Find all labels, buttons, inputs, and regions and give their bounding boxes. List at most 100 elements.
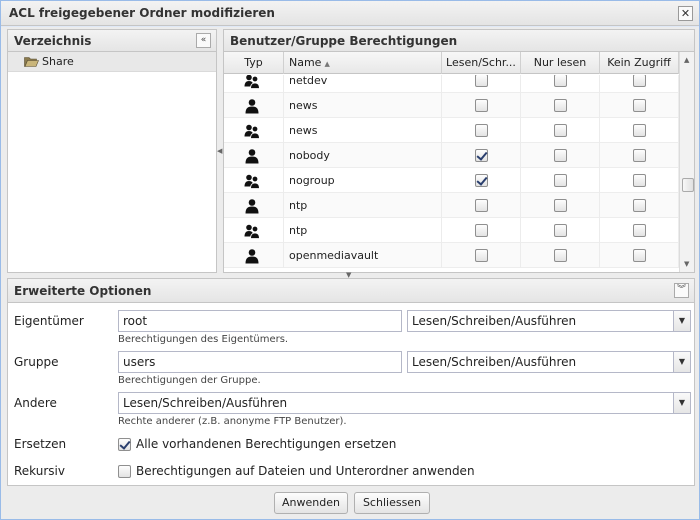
type-cell bbox=[224, 75, 284, 93]
grid-header: Typ Name ▲ Lesen/Schr... Nur lesen Kein Z… bbox=[224, 52, 679, 74]
owner-permission-select[interactable]: Lesen/Schreiben/Ausführen ▼ bbox=[407, 310, 691, 332]
no-access-cell bbox=[600, 75, 679, 93]
read-only-checkbox[interactable] bbox=[554, 75, 567, 87]
read-write-cell bbox=[442, 118, 521, 143]
name-cell: news bbox=[284, 93, 442, 118]
table-row[interactable]: news bbox=[224, 93, 679, 118]
others-permission-select[interactable]: Lesen/Schreiben/Ausführen ▼ bbox=[118, 392, 691, 414]
read-write-cell bbox=[442, 193, 521, 218]
group-permission-select[interactable]: Lesen/Schreiben/Ausführen ▼ bbox=[407, 351, 691, 373]
read-write-cell bbox=[442, 243, 521, 268]
read-write-checkbox[interactable] bbox=[475, 149, 488, 162]
close-button[interactable]: Schliessen bbox=[354, 492, 430, 514]
column-header-read-only[interactable]: Nur lesen bbox=[521, 52, 600, 74]
name-cell: ntp bbox=[284, 193, 442, 218]
scrollbar-thumb[interactable] bbox=[682, 178, 694, 192]
no-access-cell bbox=[600, 93, 679, 118]
group-input[interactable]: users bbox=[118, 351, 402, 373]
column-header-type[interactable]: Typ bbox=[224, 52, 284, 74]
others-hint: Rechte anderer (z.B. anonyme FTP Benutze… bbox=[118, 416, 347, 427]
type-cell bbox=[224, 193, 284, 218]
read-only-cell bbox=[521, 243, 600, 268]
read-only-checkbox[interactable] bbox=[554, 224, 567, 237]
table-row[interactable]: openmediavault bbox=[224, 243, 679, 268]
read-write-checkbox[interactable] bbox=[475, 124, 488, 137]
read-write-cell bbox=[442, 75, 521, 93]
collapse-left-icon[interactable]: « bbox=[196, 33, 211, 48]
advanced-options-title: Erweiterte Optionen bbox=[14, 284, 152, 298]
group-label: Gruppe bbox=[14, 355, 59, 369]
column-header-read-write[interactable]: Lesen/Schr... bbox=[442, 52, 521, 74]
owner-label: Eigentümer bbox=[14, 314, 84, 328]
no-access-checkbox[interactable] bbox=[633, 149, 646, 162]
read-only-checkbox[interactable] bbox=[554, 174, 567, 187]
no-access-checkbox[interactable] bbox=[633, 75, 646, 87]
table-row[interactable]: news bbox=[224, 118, 679, 143]
no-access-checkbox[interactable] bbox=[633, 99, 646, 112]
replace-checkbox[interactable] bbox=[118, 438, 131, 451]
read-only-checkbox[interactable] bbox=[554, 249, 567, 262]
collapse-advanced-icon[interactable]: ︾ bbox=[674, 283, 689, 298]
chevron-down-icon[interactable]: ▼ bbox=[673, 311, 690, 331]
read-write-checkbox[interactable] bbox=[475, 99, 488, 112]
folder-open-icon bbox=[24, 57, 39, 67]
recursive-label: Rekursiv bbox=[14, 464, 65, 478]
name-cell: openmediavault bbox=[284, 243, 442, 268]
table-row[interactable]: netdev bbox=[224, 75, 679, 93]
read-only-cell bbox=[521, 75, 600, 93]
recursive-checkbox-label[interactable]: Berechtigungen auf Dateien und Unterordn… bbox=[136, 464, 475, 478]
read-write-checkbox[interactable] bbox=[475, 224, 488, 237]
close-icon[interactable]: ✕ bbox=[678, 6, 693, 21]
recursive-checkbox[interactable] bbox=[118, 465, 131, 478]
name-cell: netdev bbox=[284, 75, 442, 93]
replace-label: Ersetzen bbox=[14, 437, 67, 451]
read-only-checkbox[interactable] bbox=[554, 149, 567, 162]
user-icon bbox=[244, 148, 260, 164]
tree-item-share[interactable]: Share bbox=[8, 52, 216, 72]
type-cell bbox=[224, 93, 284, 118]
table-row[interactable]: nobody bbox=[224, 143, 679, 168]
no-access-checkbox[interactable] bbox=[633, 199, 646, 212]
table-row[interactable]: ntp bbox=[224, 193, 679, 218]
no-access-checkbox[interactable] bbox=[633, 124, 646, 137]
no-access-cell bbox=[600, 168, 679, 193]
group-icon bbox=[244, 223, 260, 239]
user-icon bbox=[244, 198, 260, 214]
no-access-cell bbox=[600, 118, 679, 143]
group-icon bbox=[244, 123, 260, 139]
table-row[interactable]: ntp bbox=[224, 218, 679, 243]
read-write-checkbox[interactable] bbox=[475, 75, 488, 87]
grid-scrollbar[interactable]: ▲ ▼ bbox=[679, 52, 694, 272]
table-row[interactable]: nogroup bbox=[224, 168, 679, 193]
replace-checkbox-label[interactable]: Alle vorhandenen Berechtigungen ersetzen bbox=[136, 437, 396, 451]
column-header-no-access[interactable]: Kein Zugriff bbox=[600, 52, 679, 74]
splitter-left-arrow-icon[interactable]: ◀ bbox=[217, 147, 222, 155]
read-only-cell bbox=[521, 143, 600, 168]
type-cell bbox=[224, 143, 284, 168]
no-access-checkbox[interactable] bbox=[633, 224, 646, 237]
no-access-checkbox[interactable] bbox=[633, 249, 646, 262]
dialog-body: Verzeichnis « Share ◀ Benutzer/Gruppe Be… bbox=[1, 27, 699, 519]
type-cell bbox=[224, 118, 284, 143]
read-only-checkbox[interactable] bbox=[554, 99, 567, 112]
no-access-cell bbox=[600, 218, 679, 243]
advanced-options-panel: Erweiterte Optionen ︾ Eigentümer root Le… bbox=[7, 278, 695, 486]
chevron-down-icon[interactable]: ▼ bbox=[673, 393, 690, 413]
dialog-header: ACL freigegebener Ordner modifizieren ✕ bbox=[1, 1, 699, 26]
read-write-checkbox[interactable] bbox=[475, 174, 488, 187]
column-header-name[interactable]: Name ▲ bbox=[284, 52, 442, 74]
scroll-down-icon[interactable]: ▼ bbox=[684, 260, 689, 268]
chevron-down-icon[interactable]: ▼ bbox=[673, 352, 690, 372]
group-icon bbox=[244, 173, 260, 189]
no-access-checkbox[interactable] bbox=[633, 174, 646, 187]
owner-input[interactable]: root bbox=[118, 310, 402, 332]
name-cell: ntp bbox=[284, 218, 442, 243]
read-only-checkbox[interactable] bbox=[554, 124, 567, 137]
read-write-checkbox[interactable] bbox=[475, 249, 488, 262]
no-access-cell bbox=[600, 193, 679, 218]
acl-dialog: ACL freigegebener Ordner modifizieren ✕ … bbox=[0, 0, 700, 520]
read-only-checkbox[interactable] bbox=[554, 199, 567, 212]
scroll-up-icon[interactable]: ▲ bbox=[684, 56, 689, 64]
apply-button[interactable]: Anwenden bbox=[274, 492, 348, 514]
read-write-checkbox[interactable] bbox=[475, 199, 488, 212]
